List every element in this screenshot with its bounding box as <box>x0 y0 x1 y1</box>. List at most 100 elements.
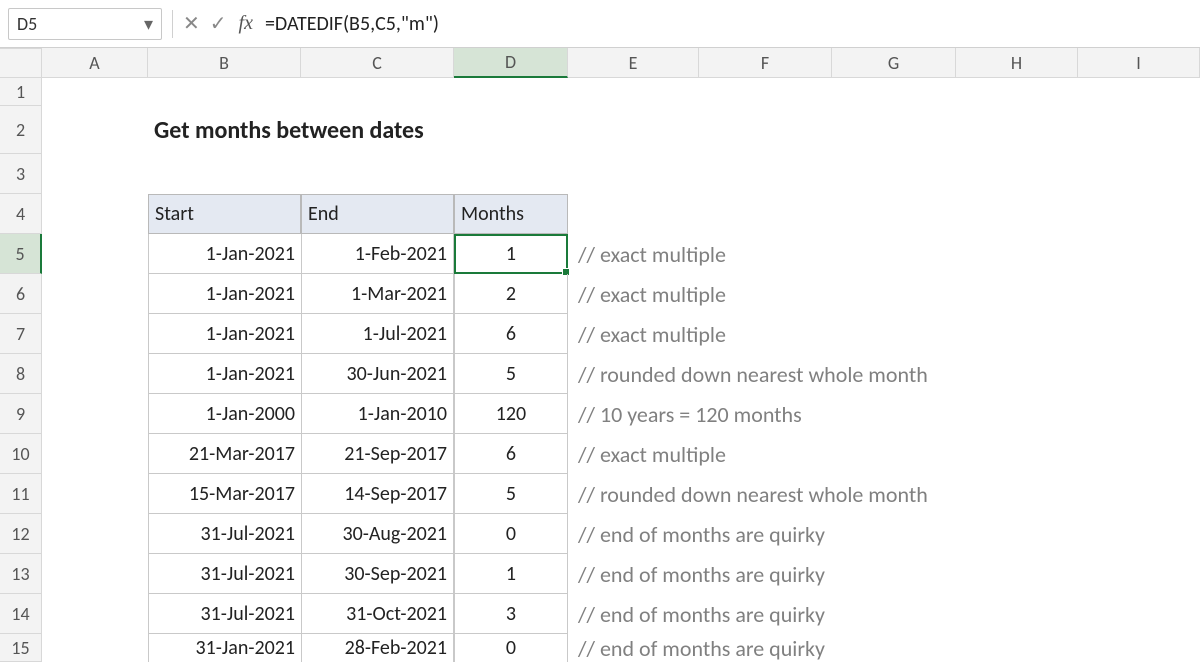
row-header-4[interactable]: 4 <box>0 194 42 234</box>
accept-icon[interactable]: ✓ <box>210 11 227 36</box>
cell-G12[interactable] <box>832 514 956 554</box>
cell-A13[interactable] <box>42 554 148 594</box>
cell-E8[interactable]: // rounded down nearest whole month <box>568 354 699 394</box>
cell-B8[interactable]: 1-Jan-2021 <box>148 354 301 394</box>
cell-C11[interactable]: 14-Sep-2017 <box>301 474 454 514</box>
cell-H3[interactable] <box>956 154 1078 194</box>
cell-F8[interactable] <box>699 354 832 394</box>
cell-D3[interactable] <box>454 154 568 194</box>
cell-F14[interactable] <box>699 594 832 634</box>
cell-G6[interactable] <box>832 274 956 314</box>
cell-I7[interactable] <box>1078 314 1200 354</box>
row-header-9[interactable]: 9 <box>0 394 42 434</box>
cell-E11[interactable]: // rounded down nearest whole month <box>568 474 699 514</box>
row-header-6[interactable]: 6 <box>0 274 42 314</box>
cell-I13[interactable] <box>1078 554 1200 594</box>
cell-H8[interactable] <box>956 354 1078 394</box>
cell-E15[interactable]: // end of months are quirky <box>568 634 699 662</box>
cell-F6[interactable] <box>699 274 832 314</box>
cell-H1[interactable] <box>956 78 1078 106</box>
cell-C15[interactable]: 28-Feb-2021 <box>301 634 454 662</box>
cell-B13[interactable]: 31-Jul-2021 <box>148 554 301 594</box>
cell-H15[interactable] <box>956 634 1078 662</box>
cell-H10[interactable] <box>956 434 1078 474</box>
cell-G5[interactable] <box>832 234 956 274</box>
cell-H5[interactable] <box>956 234 1078 274</box>
cell-B4[interactable]: Start <box>148 194 301 234</box>
cell-C5[interactable]: 1-Feb-2021 <box>301 234 454 274</box>
cell-E13[interactable]: // end of months are quirky <box>568 554 699 594</box>
cell-G4[interactable] <box>832 194 956 234</box>
row-header-7[interactable]: 7 <box>0 314 42 354</box>
cell-E7[interactable]: // exact multiple <box>568 314 699 354</box>
cell-H12[interactable] <box>956 514 1078 554</box>
cell-E12[interactable]: // end of months are quirky <box>568 514 699 554</box>
cell-I5[interactable] <box>1078 234 1200 274</box>
cell-A4[interactable] <box>42 194 148 234</box>
formula-input[interactable] <box>265 12 1192 36</box>
cell-F9[interactable] <box>699 394 832 434</box>
row-header-10[interactable]: 10 <box>0 434 42 474</box>
cell-A1[interactable] <box>42 78 148 106</box>
cell-G7[interactable] <box>832 314 956 354</box>
cell-C3[interactable] <box>301 154 454 194</box>
cell-I8[interactable] <box>1078 354 1200 394</box>
name-box[interactable]: D5 ▾ <box>8 8 162 40</box>
cell-D6[interactable]: 2 <box>454 274 568 314</box>
col-header-B[interactable]: B <box>148 48 301 78</box>
cell-D1[interactable] <box>454 78 568 106</box>
cell-D9[interactable]: 120 <box>454 394 568 434</box>
cell-E5[interactable]: // exact multiple <box>568 234 699 274</box>
row-header-14[interactable]: 14 <box>0 594 42 634</box>
cell-C10[interactable]: 21-Sep-2017 <box>301 434 454 474</box>
cell-I1[interactable] <box>1078 78 1200 106</box>
cell-B5[interactable]: 1-Jan-2021 <box>148 234 301 274</box>
fx-icon[interactable]: fx <box>239 12 253 35</box>
row-header-3[interactable]: 3 <box>0 154 42 194</box>
cell-E14[interactable]: // end of months are quirky <box>568 594 699 634</box>
cell-B7[interactable]: 1-Jan-2021 <box>148 314 301 354</box>
cell-A7[interactable] <box>42 314 148 354</box>
cell-B9[interactable]: 1-Jan-2000 <box>148 394 301 434</box>
cell-A5[interactable] <box>42 234 148 274</box>
cell-G11[interactable] <box>832 474 956 514</box>
cell-G10[interactable] <box>832 434 956 474</box>
cell-H7[interactable] <box>956 314 1078 354</box>
col-header-D[interactable]: D <box>454 48 568 78</box>
col-header-C[interactable]: C <box>301 48 454 78</box>
cell-I10[interactable] <box>1078 434 1200 474</box>
cell-B15[interactable]: 31-Jan-2021 <box>148 634 301 662</box>
cell-C8[interactable]: 30-Jun-2021 <box>301 354 454 394</box>
cell-C4[interactable]: End <box>301 194 454 234</box>
cell-G2[interactable] <box>832 106 956 154</box>
cell-H13[interactable] <box>956 554 1078 594</box>
cell-C12[interactable]: 30-Aug-2021 <box>301 514 454 554</box>
cell-I3[interactable] <box>1078 154 1200 194</box>
cell-F1[interactable] <box>699 78 832 106</box>
cell-G9[interactable] <box>832 394 956 434</box>
chevron-down-icon[interactable]: ▾ <box>144 13 153 35</box>
cell-B1[interactable] <box>148 78 301 106</box>
row-header-1[interactable]: 1 <box>0 78 42 106</box>
cell-B6[interactable]: 1-Jan-2021 <box>148 274 301 314</box>
cell-D7[interactable]: 6 <box>454 314 568 354</box>
col-header-G[interactable]: G <box>832 48 956 78</box>
row-header-2[interactable]: 2 <box>0 106 42 154</box>
cell-C13[interactable]: 30-Sep-2021 <box>301 554 454 594</box>
cell-F12[interactable] <box>699 514 832 554</box>
cell-A6[interactable] <box>42 274 148 314</box>
cell-A8[interactable] <box>42 354 148 394</box>
col-header-H[interactable]: H <box>956 48 1078 78</box>
row-header-12[interactable]: 12 <box>0 514 42 554</box>
cell-B12[interactable]: 31-Jul-2021 <box>148 514 301 554</box>
cell-G3[interactable] <box>832 154 956 194</box>
col-header-E[interactable]: E <box>568 48 699 78</box>
cell-B2[interactable]: Get months between dates <box>148 106 301 154</box>
cell-F13[interactable] <box>699 554 832 594</box>
row-header-8[interactable]: 8 <box>0 354 42 394</box>
cell-A9[interactable] <box>42 394 148 434</box>
cell-G1[interactable] <box>832 78 956 106</box>
cell-H11[interactable] <box>956 474 1078 514</box>
cell-B11[interactable]: 15-Mar-2017 <box>148 474 301 514</box>
cell-B14[interactable]: 31-Jul-2021 <box>148 594 301 634</box>
